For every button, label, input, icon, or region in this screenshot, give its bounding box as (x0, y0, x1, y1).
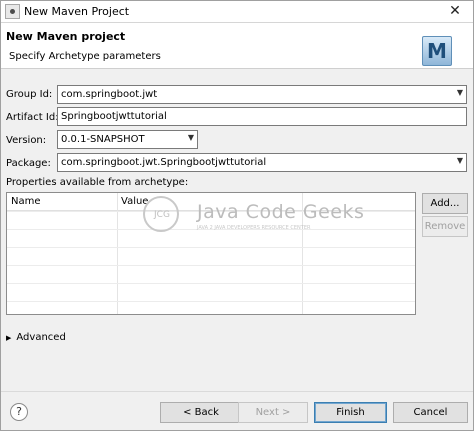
table-row (7, 283, 415, 284)
wizard-title: New Maven project (6, 30, 126, 43)
watermark-logo-text: JCG (154, 210, 170, 220)
package-label: Package: (6, 158, 51, 169)
advanced-label: Advanced (16, 332, 66, 343)
chevron-down-icon[interactable]: ▼ (188, 133, 194, 142)
watermark-logo-icon: JCG (143, 196, 179, 232)
column-header-name[interactable]: Name (7, 193, 117, 211)
remove-property-button[interactable]: Remove (422, 216, 468, 237)
wizard-banner: New Maven project Specify Archetype para… (1, 23, 473, 69)
artifact-id-field[interactable]: Springbootjwttutorial (57, 107, 467, 126)
help-icon[interactable]: ? (10, 403, 28, 421)
watermark: JCG Java Code Geeks JAVA 2 JAVA DEVELOPE… (143, 194, 364, 239)
properties-label: Properties available from archetype: (6, 177, 189, 188)
column-header-name-label: Name (11, 196, 41, 207)
cancel-button[interactable]: Cancel (393, 402, 468, 423)
table-row (7, 301, 415, 302)
artifact-id-label: Artifact Id: (6, 112, 59, 123)
version-value: 0.0.1-SNAPSHOT (61, 134, 145, 145)
watermark-name: Java Code Geeks (197, 201, 365, 223)
next-button[interactable]: Next > (238, 402, 308, 423)
window-title: New Maven Project (24, 5, 130, 18)
finish-button[interactable]: Finish (314, 402, 387, 423)
expand-arrow-icon[interactable]: ▶ (6, 334, 11, 342)
eclipse-app-icon (5, 4, 20, 19)
version-combo[interactable]: 0.0.1-SNAPSHOT ▼ (57, 130, 198, 149)
new-maven-project-dialog: New Maven Project ✕ New Maven project Sp… (0, 0, 474, 431)
artifact-id-value: Springbootjwttutorial (61, 111, 167, 122)
chevron-down-icon[interactable]: ▼ (457, 156, 463, 165)
group-id-label: Group Id: (6, 89, 53, 100)
wizard-subtitle: Specify Archetype parameters (9, 51, 161, 62)
maven-logo-letter: M (427, 39, 447, 63)
close-icon[interactable]: ✕ (445, 2, 465, 20)
footer-divider (1, 391, 473, 392)
table-row (7, 265, 415, 266)
maven-wizard-icon: M (422, 36, 452, 66)
package-value: com.springboot.jwt.Springbootjwttutorial (61, 157, 267, 168)
version-label: Version: (6, 135, 47, 146)
group-id-combo[interactable]: com.springboot.jwt ▼ (57, 85, 467, 104)
group-id-value: com.springboot.jwt (61, 89, 158, 100)
advanced-toggle[interactable]: ▶ Advanced (6, 332, 66, 343)
add-property-button[interactable]: Add... (422, 193, 468, 214)
table-row (7, 247, 415, 248)
watermark-tagline: JAVA 2 JAVA DEVELOPERS RESOURCE CENTER (197, 225, 311, 231)
chevron-down-icon[interactable]: ▼ (457, 88, 463, 97)
back-button[interactable]: < Back (160, 402, 242, 423)
package-combo[interactable]: com.springboot.jwt.Springbootjwttutorial… (57, 153, 467, 172)
title-bar: New Maven Project ✕ (1, 1, 473, 23)
